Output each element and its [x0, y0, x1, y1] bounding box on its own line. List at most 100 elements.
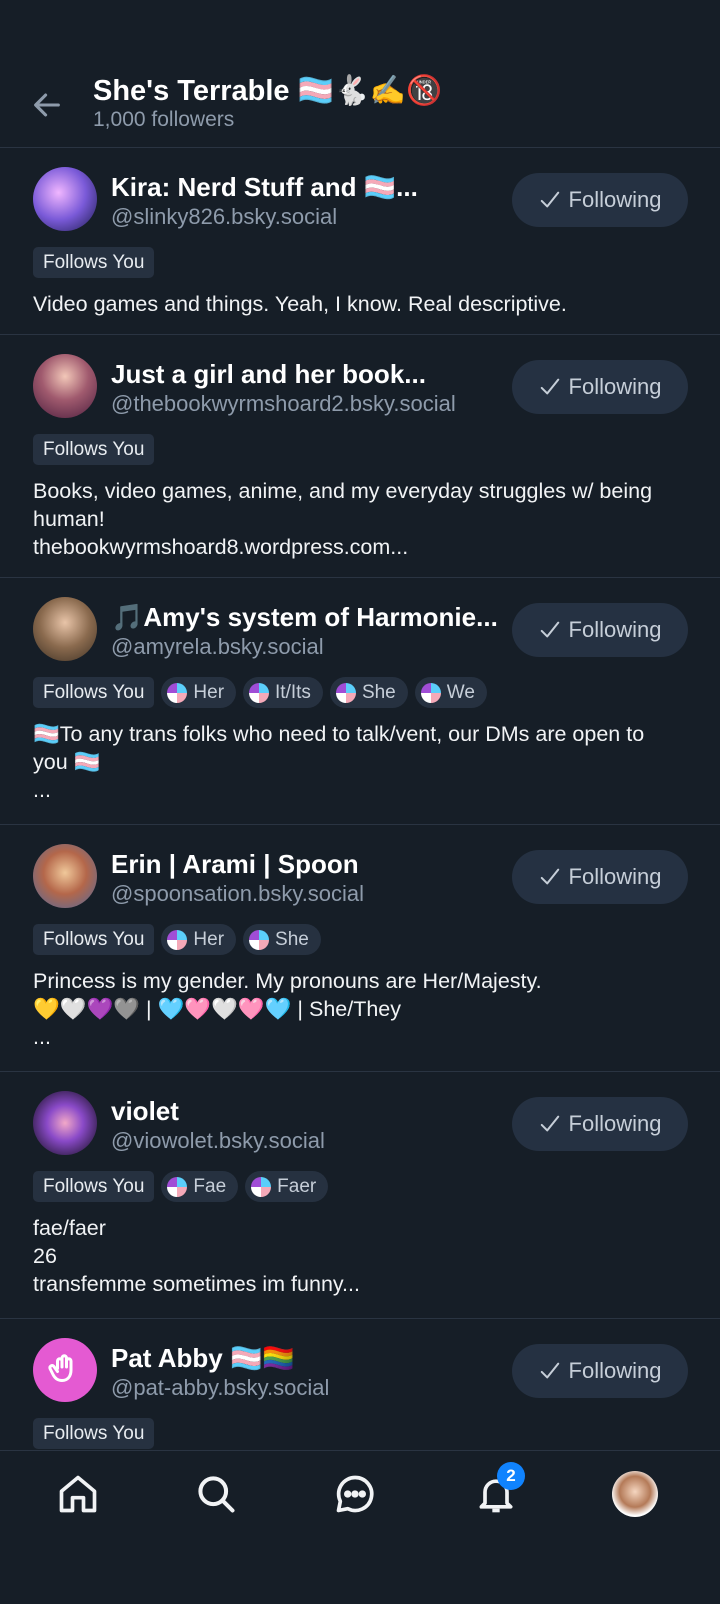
- checkmark-icon: [540, 621, 559, 638]
- following-label: Following: [568, 617, 662, 642]
- user-display-name: Erin | Arami | Spoon: [111, 849, 359, 879]
- user-display-name: Just a girl and her book...: [111, 359, 426, 389]
- pronoun-label: Faer: [277, 1175, 317, 1197]
- bio-text: fae/faer 26 transfemme sometimes im funn…: [33, 1216, 360, 1296]
- pronoun-label: She: [275, 928, 309, 950]
- user-bio: 🏳️‍⚧️To any trans folks who need to talk…: [33, 720, 683, 804]
- user-display-name: Pat Abby 🏳️‍⚧️🏳️‍🌈: [111, 1343, 295, 1373]
- pronoun-pill: She: [329, 677, 408, 708]
- checkmark-icon: [540, 1115, 559, 1132]
- following-label: Following: [568, 1358, 662, 1383]
- pronoun-pill: Her: [161, 677, 237, 708]
- checkmark-icon: [540, 191, 559, 208]
- user-handle: @thebookwyrmshoard2.bsky.social: [111, 391, 456, 416]
- list-item[interactable]: Erin | Arami | Spoon @spoonsation.bsky.s…: [0, 825, 720, 1072]
- user-display-name: Kira: Nerd Stuff and 🏳️‍⚧️...: [111, 172, 418, 202]
- avatar[interactable]: [33, 597, 97, 661]
- pronoun-icon: [420, 682, 441, 703]
- following-button[interactable]: Following: [512, 603, 688, 657]
- pronoun-label: It/Its: [275, 681, 311, 703]
- user-display-name: 🎵Amy's system of Harmonie...: [111, 602, 498, 632]
- pronoun-icon: [335, 682, 356, 703]
- avatar[interactable]: [33, 1091, 97, 1155]
- following-button[interactable]: Following: [512, 850, 688, 904]
- pronoun-label: We: [446, 681, 475, 703]
- follows-you-badge: Follows You: [33, 677, 155, 708]
- list-item[interactable]: Just a girl and her book... @thebookwyrm…: [0, 335, 720, 578]
- pronoun-icon: [251, 1176, 272, 1197]
- follows-you-badge: Follows You: [33, 1418, 155, 1449]
- pronoun-icon: [249, 929, 270, 950]
- bio-line: Video games and things. Yeah, I know. Re…: [33, 292, 567, 316]
- bio-text: 🏳️‍⚧️To any trans folks who need to talk…: [33, 722, 645, 802]
- follows-you-badge: Follows You: [33, 434, 155, 465]
- bottom-nav: 2: [0, 1450, 720, 1604]
- checkmark-icon: [540, 1362, 559, 1379]
- following-label: Following: [568, 1111, 662, 1136]
- search-icon[interactable]: [194, 1472, 238, 1516]
- list-item[interactable]: Kira: Nerd Stuff and 🏳️‍⚧️... @slinky826…: [0, 148, 720, 335]
- pronoun-icon: [167, 1176, 188, 1197]
- avatar[interactable]: [33, 1338, 97, 1402]
- list-item[interactable]: 🎵Amy's system of Harmonie... @amyrela.bs…: [0, 578, 720, 825]
- user-handle: @slinky826.bsky.social: [111, 204, 338, 229]
- pronoun-label: Fae: [193, 1175, 227, 1197]
- user-handle: @viowolet.bsky.social: [111, 1128, 325, 1153]
- follows-you-badge: Follows You: [33, 1171, 155, 1202]
- pronoun-label: She: [361, 681, 396, 703]
- list-item[interactable]: violet @viowolet.bsky.social Following F…: [0, 1072, 720, 1319]
- avatar[interactable]: [33, 844, 97, 908]
- user-bio: fae/faer 26 transfemme sometimes im funn…: [33, 1214, 683, 1298]
- follows-you-badge: Follows You: [33, 247, 155, 278]
- following-button[interactable]: Following: [512, 173, 688, 227]
- pronoun-label: Her: [193, 928, 225, 950]
- user-bio: Books, video games, anime, and my everyd…: [33, 477, 683, 561]
- pronoun-pill: Fae: [161, 1171, 239, 1202]
- user-bio: Video games and things. Yeah, I know. Re…: [33, 290, 683, 318]
- checkmark-icon: [540, 378, 559, 395]
- tag-row: Follows You Fae Faer: [33, 1171, 329, 1202]
- profile-avatar[interactable]: [612, 1471, 658, 1517]
- tag-row: Follows You: [33, 1418, 155, 1449]
- tag-row: Follows You: [33, 247, 155, 278]
- user-handle: @amyrela.bsky.social: [111, 634, 324, 659]
- pronoun-pill: Faer: [245, 1171, 329, 1202]
- list-item[interactable]: Pat Abby 🏳️‍⚧️🏳️‍🌈 @pat-abby.bsky.social…: [0, 1319, 720, 1450]
- pronoun-pill: She: [243, 924, 321, 955]
- following-label: Following: [568, 864, 662, 889]
- pronoun-label: Her: [193, 681, 225, 703]
- follower-count: 1,000 followers: [93, 108, 235, 131]
- pronoun-pill: It/Its: [243, 677, 323, 708]
- pronoun-pill: We: [414, 677, 487, 708]
- hand-icon: [48, 1354, 73, 1382]
- home-icon[interactable]: [56, 1472, 100, 1516]
- avatar[interactable]: [33, 354, 97, 418]
- following-label: Following: [568, 374, 662, 399]
- followers-list: Kira: Nerd Stuff and 🏳️‍⚧️... @slinky826…: [0, 148, 720, 1450]
- follows-you-badge: Follows You: [33, 924, 155, 955]
- tag-row: Follows You Her She: [33, 924, 321, 955]
- following-button[interactable]: Following: [512, 360, 688, 414]
- following-label: Following: [568, 187, 662, 212]
- following-button[interactable]: Following: [512, 1097, 688, 1151]
- user-handle: @spoonsation.bsky.social: [111, 881, 365, 906]
- pronoun-icon: [167, 682, 188, 703]
- chat-icon[interactable]: [333, 1472, 377, 1516]
- bio-text: Books, video games, anime, and my everyd…: [33, 479, 653, 559]
- back-arrow-icon[interactable]: [30, 88, 64, 122]
- checkmark-icon: [540, 868, 559, 885]
- pronoun-pill: Her: [161, 924, 237, 955]
- bio-text: Princess is my gender. My pronouns are H…: [33, 969, 542, 1049]
- tag-row: Follows You: [33, 434, 155, 465]
- user-display-name: violet: [111, 1096, 179, 1126]
- pronoun-icon: [249, 682, 270, 703]
- pronoun-icon: [167, 929, 188, 950]
- following-button[interactable]: Following: [512, 1344, 688, 1398]
- notification-badge: 2: [497, 1462, 525, 1490]
- page-header: She's Terrable 🏳️‍⚧️🐇✍️🔞 1,000 followers: [0, 0, 720, 148]
- user-bio: Princess is my gender. My pronouns are H…: [33, 967, 683, 1051]
- avatar[interactable]: [33, 167, 97, 231]
- page-title: She's Terrable 🏳️‍⚧️🐇✍️🔞: [93, 75, 443, 107]
- user-handle: @pat-abby.bsky.social: [111, 1375, 330, 1400]
- tag-row: Follows You Her It/Its She We: [33, 677, 487, 708]
